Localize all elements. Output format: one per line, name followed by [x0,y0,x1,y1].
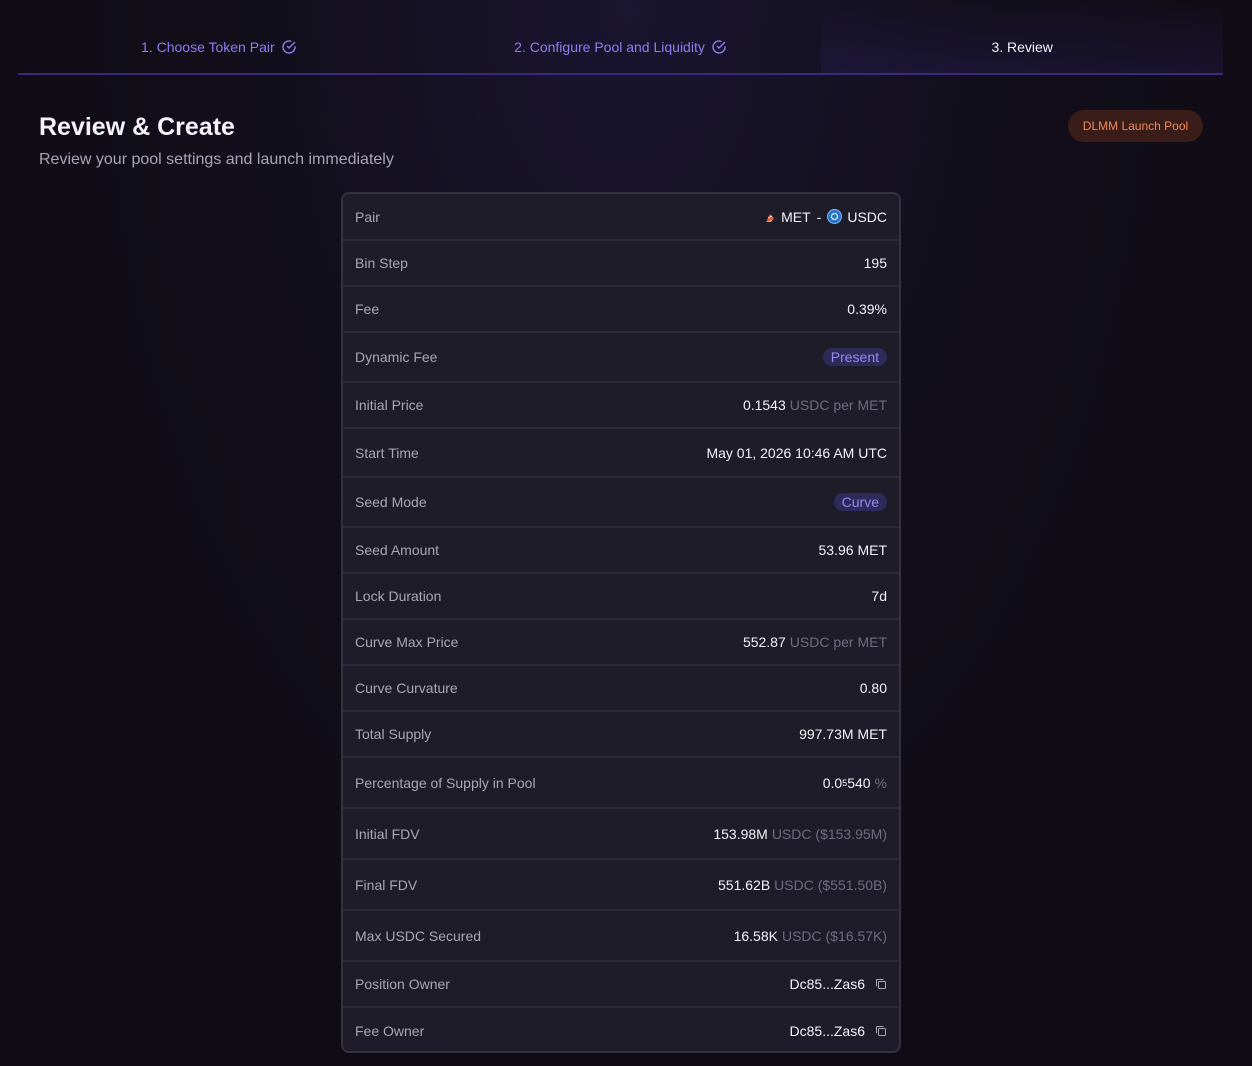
row-label: Initial Price [355,397,424,413]
fee-owner-value: Dc85...Zas6 [789,1022,865,1039]
pct-supply-digits: 540 [847,774,871,791]
row-label: Final FDV [355,876,418,893]
pool-type-badge: DLMM Launch Pool [1068,110,1203,142]
pct-supply-unit: % [874,774,887,791]
usdc-token-icon [827,209,843,224]
row-fee-owner: Fee Owner Dc85...Zas6 [343,1008,899,1051]
bin-step-value: 195 [863,255,887,271]
max-usdc-value: 16.58K [733,927,778,944]
initial-price-unit: USDC per MET [789,397,887,413]
page-title: Review & Create [39,113,235,141]
row-max-usdc-secured: Max USDC Secured 16.58K USDC ($16.57K) [343,911,899,962]
total-supply-value: 997.73M MET [799,726,887,742]
page: 1. Choose Token Pair 2. Configure Pool a… [0,0,1252,1066]
row-label: Start Time [355,444,419,461]
step-label: 1. Choose Token Pair [141,38,275,55]
row-dynamic-fee: Dynamic Fee Present [343,333,899,383]
row-final-fdv: Final FDV 551.62B USDC ($551.50B) [343,860,899,911]
row-label: Total Supply [355,726,432,742]
review-table: Pair MET - USDC Bin Step 195 Fee 0.39% D… [341,192,901,1053]
row-label: Initial FDV [355,825,420,842]
row-percentage-supply: Percentage of Supply in Pool 0.0 5 540 % [343,758,899,809]
check-circle-icon [281,39,297,55]
status-badge: Curve [833,493,887,511]
curve-max-price-value: 552.87 [742,634,786,650]
stepper: 1. Choose Token Pair 2. Configure Pool a… [18,0,1224,75]
pair-value: MET - USDC [764,209,887,225]
met-token-icon [764,211,776,223]
row-total-supply: Total Supply 997.73M MET [343,712,899,758]
row-label: Seed Amount [355,542,440,558]
row-label: Curve Curvature [355,680,458,696]
row-curve-curvature: Curve Curvature 0.80 [343,666,899,712]
page-subtitle: Review your pool settings and launch imm… [39,151,394,168]
row-label: Bin Step [355,255,408,271]
copy-icon[interactable] [875,1025,887,1037]
curve-curvature-value: 0.80 [859,680,887,696]
final-fdv-value: 551.62B [718,876,771,893]
initial-fdv-unit: USDC ($153.95M) [771,825,887,842]
row-position-owner: Position Owner Dc85...Zas6 [343,962,899,1008]
row-label: Curve Max Price [355,634,459,650]
initial-price-value: 0.1543 [742,397,786,413]
seed-amount-value: 53.96 MET [818,542,887,558]
base-token: MET [781,208,811,225]
copy-icon[interactable] [875,978,887,990]
row-seed-amount: Seed Amount 53.96 MET [343,528,899,574]
row-pair: Pair MET - USDC [343,194,899,241]
step-configure-pool[interactable]: 2. Configure Pool and Liquidity [420,0,822,73]
row-seed-mode: Seed Mode Curve [343,478,899,528]
row-label: Position Owner [355,976,450,992]
position-owner-value: Dc85...Zas6 [789,976,865,992]
step-choose-token-pair[interactable]: 1. Choose Token Pair [18,0,420,73]
initial-fdv-value: 153.98M [713,825,768,842]
row-label: Fee [355,301,380,317]
row-fee: Fee 0.39% [343,287,899,333]
max-usdc-unit: USDC ($16.57K) [781,927,887,944]
row-label: Pair [355,208,380,225]
row-label: Seed Mode [355,494,427,510]
fee-value: 0.39% [847,301,887,317]
row-initial-fdv: Initial FDV 153.98M USDC ($153.95M) [343,809,899,860]
row-label: Fee Owner [355,1022,425,1039]
row-label: Percentage of Supply in Pool [355,774,536,791]
step-label: 2. Configure Pool and Liquidity [514,38,705,55]
step-review[interactable]: 3. Review [821,0,1224,73]
row-label: Dynamic Fee [355,349,438,365]
final-fdv-unit: USDC ($551.50B) [774,876,887,893]
pct-supply-prefix: 0.0 [822,774,843,791]
quote-token: USDC [847,208,887,225]
row-label: Max USDC Secured [355,927,482,944]
row-initial-price: Initial Price 0.1543 USDC per MET [343,383,899,429]
lock-duration-value: 7d [871,588,887,604]
step-label: 3. Review [991,38,1053,55]
pair-separator: - [816,208,822,225]
status-badge: Present [822,348,887,366]
row-lock-duration: Lock Duration 7d [343,574,899,620]
curve-max-price-unit: USDC per MET [789,634,887,650]
row-bin-step: Bin Step 195 [343,241,899,287]
row-curve-max-price: Curve Max Price 552.87 USDC per MET [343,620,899,666]
check-circle-icon [711,39,727,55]
row-label: Lock Duration [355,588,442,604]
start-time-value: May 01, 2026 10:46 AM UTC [706,444,887,461]
row-start-time: Start Time May 01, 2026 10:46 AM UTC [343,429,899,478]
